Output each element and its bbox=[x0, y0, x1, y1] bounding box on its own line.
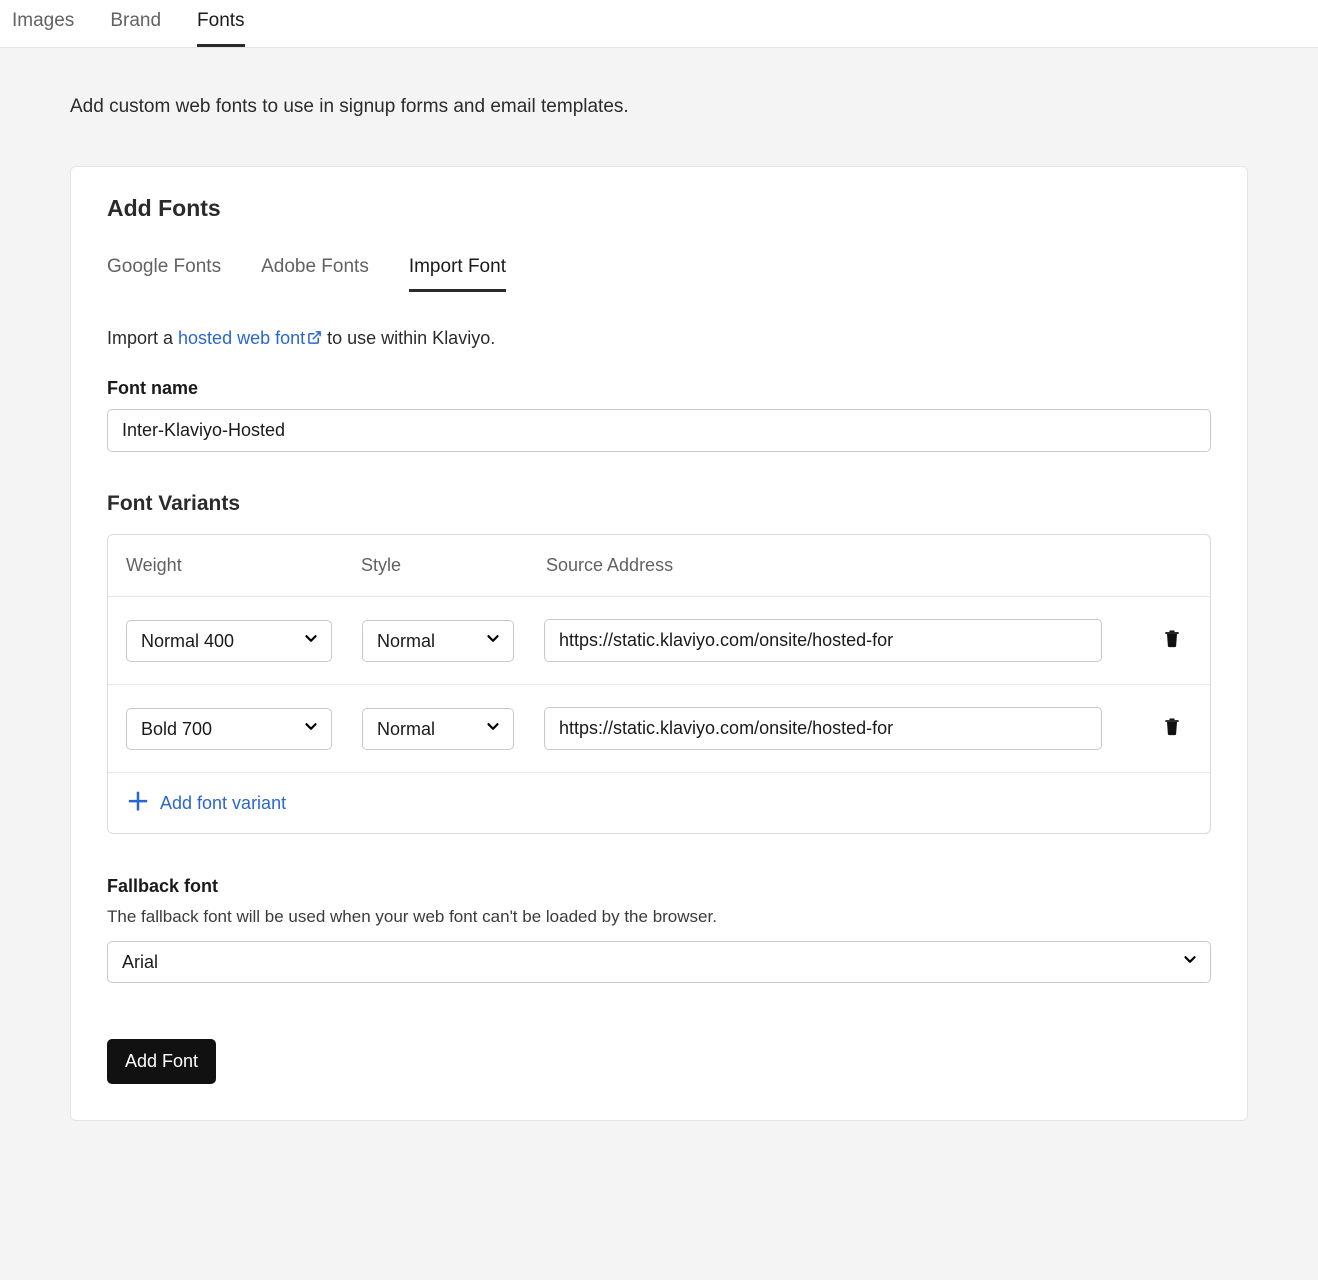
add-font-variant-button[interactable]: ＋ Add font variant bbox=[126, 791, 286, 815]
variant-row: Normal 400 Normal bbox=[108, 597, 1210, 685]
import-description: Import a hosted web font to use within K… bbox=[107, 328, 1211, 350]
tab-images[interactable]: Images bbox=[12, 0, 74, 47]
style-select[interactable]: Normal bbox=[362, 620, 514, 662]
trash-icon bbox=[1162, 715, 1182, 742]
source-input-wrap bbox=[544, 707, 1102, 750]
header-style: Style bbox=[361, 555, 546, 576]
hosted-web-font-link-text: hosted web font bbox=[178, 328, 305, 348]
fallback-select-wrap: Arial bbox=[107, 941, 1211, 983]
fallback-font-section: Fallback font The fallback font will be … bbox=[107, 876, 1211, 983]
weight-select-wrap: Normal 400 bbox=[126, 620, 332, 662]
font-name-input[interactable] bbox=[107, 409, 1211, 452]
fallback-font-label: Fallback font bbox=[107, 876, 1211, 897]
plus-icon: ＋ bbox=[126, 791, 150, 815]
font-variants-heading: Font Variants bbox=[107, 492, 1211, 516]
weight-select-wrap: Bold 700 bbox=[126, 708, 332, 750]
subtab-adobe-fonts[interactable]: Adobe Fonts bbox=[261, 246, 369, 292]
import-suffix: to use within Klaviyo. bbox=[322, 328, 495, 348]
hosted-web-font-link[interactable]: hosted web font bbox=[178, 328, 322, 348]
page-content: Add custom web fonts to use in signup fo… bbox=[0, 48, 1318, 1161]
top-tab-bar: Images Brand Fonts bbox=[0, 0, 1318, 48]
add-variant-row: ＋ Add font variant bbox=[108, 773, 1210, 833]
style-select[interactable]: Normal bbox=[362, 708, 514, 750]
delete-variant-button[interactable] bbox=[1152, 709, 1192, 749]
weight-select[interactable]: Normal 400 bbox=[126, 620, 332, 662]
page-description: Add custom web fonts to use in signup fo… bbox=[70, 96, 1248, 118]
variants-header-row: Weight Style Source Address bbox=[108, 535, 1210, 597]
source-input-wrap bbox=[544, 619, 1102, 662]
add-font-variant-label: Add font variant bbox=[160, 793, 286, 814]
import-prefix: Import a bbox=[107, 328, 178, 348]
weight-select[interactable]: Bold 700 bbox=[126, 708, 332, 750]
source-address-input[interactable] bbox=[544, 707, 1102, 750]
submit-row: Add Font bbox=[107, 1039, 1211, 1084]
subtab-google-fonts[interactable]: Google Fonts bbox=[107, 246, 221, 292]
tab-fonts[interactable]: Fonts bbox=[197, 0, 245, 47]
style-select-wrap: Normal bbox=[362, 708, 514, 750]
add-fonts-card: Add Fonts Google Fonts Adobe Fonts Impor… bbox=[70, 166, 1248, 1121]
external-link-icon bbox=[307, 329, 322, 350]
fallback-font-hint: The fallback font will be used when your… bbox=[107, 907, 1211, 927]
style-select-wrap: Normal bbox=[362, 620, 514, 662]
font-name-field: Font name bbox=[107, 378, 1211, 452]
delete-variant-button[interactable] bbox=[1152, 621, 1192, 661]
card-title: Add Fonts bbox=[107, 195, 1211, 222]
font-variants-table: Weight Style Source Address Normal 400 N… bbox=[107, 534, 1211, 834]
trash-icon bbox=[1162, 627, 1182, 654]
font-name-label: Font name bbox=[107, 378, 1211, 399]
tab-brand[interactable]: Brand bbox=[110, 0, 161, 47]
add-font-button[interactable]: Add Font bbox=[107, 1039, 216, 1084]
header-weight: Weight bbox=[126, 555, 361, 576]
fallback-font-select[interactable]: Arial bbox=[107, 941, 1211, 983]
header-source: Source Address bbox=[546, 555, 1192, 576]
source-address-input[interactable] bbox=[544, 619, 1102, 662]
font-source-tabs: Google Fonts Adobe Fonts Import Font bbox=[107, 246, 1211, 292]
subtab-import-font[interactable]: Import Font bbox=[409, 246, 506, 292]
variant-row: Bold 700 Normal bbox=[108, 685, 1210, 773]
